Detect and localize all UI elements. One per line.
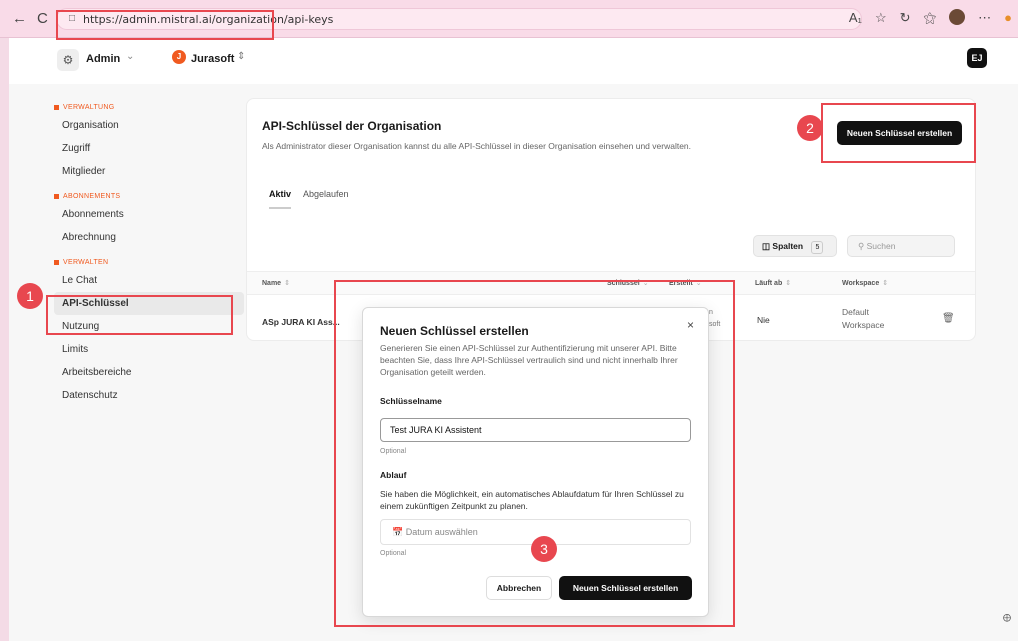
workspace-cell: Workspace: [842, 320, 885, 330]
search-input[interactable]: ⚲ Suchen: [847, 235, 955, 257]
copilot-icon[interactable]: ●: [1004, 10, 1012, 26]
sidebar-item-arbeitsbereiche[interactable]: Arbeitsbereiche: [54, 361, 244, 384]
workspace-selector-label[interactable]: Admin: [86, 53, 120, 65]
annotation-box-dialog: [334, 280, 735, 627]
workspace-cell: Default: [842, 307, 869, 317]
columns-count-badge: 5: [811, 241, 824, 254]
reload-icon[interactable]: C: [37, 10, 48, 27]
annotation-box-sidebar: [46, 295, 233, 335]
sidebar-section-heading: VERWALTUNG: [54, 100, 244, 114]
tab-aktiv[interactable]: Aktiv: [269, 189, 292, 209]
annotation-box-url: [56, 10, 274, 40]
sidebar-item-organisation[interactable]: Organisation: [54, 114, 244, 137]
sidebar-item-datenschutz[interactable]: Datenschutz: [54, 384, 244, 407]
chevron-down-icon[interactable]: ⌄: [126, 51, 134, 62]
sort-icon: ⇕: [785, 280, 792, 287]
section-marker-icon: [54, 259, 59, 265]
step-marker-3: 3: [531, 536, 557, 562]
sidebar-item-mitglieder[interactable]: Mitglieder: [54, 160, 244, 183]
app-header: ⚙ Admin ⌄ J Jurasoft ⇕ EJ: [9, 38, 1018, 84]
expires-cell: Nie: [757, 315, 770, 325]
tab-bar: Aktiv Abgelaufen: [269, 189, 349, 209]
settings-gear-icon[interactable]: ⚙: [57, 49, 79, 71]
sidebar-section-heading: ABONNEMENTS: [54, 189, 244, 203]
profile-avatar[interactable]: [949, 9, 966, 25]
column-header-workspace[interactable]: Workspace ⇕: [842, 279, 888, 287]
column-header-expires[interactable]: Läuft ab ⇕: [755, 279, 791, 287]
sidebar-item-limits[interactable]: Limits: [54, 338, 244, 361]
column-header-name[interactable]: Name ⇕: [262, 279, 290, 287]
section-marker-icon: [54, 193, 59, 199]
favorite-star-icon[interactable]: ☆: [875, 10, 887, 26]
sort-icon: ⇕: [284, 280, 290, 287]
sort-icon: ⇕: [882, 280, 889, 287]
browser-actions: A₁ ☆ ↻ ⚝ ⋯ ●: [849, 9, 1018, 26]
columns-icon: ◫: [762, 241, 771, 251]
page-title: API-Schlüssel der Organisation: [262, 119, 442, 133]
sidebar-item-zugriff[interactable]: Zugriff: [54, 137, 244, 160]
page: ← C □ https://admin.mistral.ai/organizat…: [0, 0, 1018, 641]
tab-abgelaufen[interactable]: Abgelaufen: [303, 189, 349, 209]
step-marker-1: 1: [17, 283, 43, 309]
key-name-cell: ASp JURA KI Ass...: [262, 317, 340, 327]
annotation-box-create-button: [821, 103, 976, 163]
search-icon: ⚲: [858, 241, 865, 251]
read-aloud-icon[interactable]: A₁: [849, 10, 862, 26]
org-avatar: J: [172, 50, 186, 64]
sidebar-item-le-chat[interactable]: Le Chat: [54, 269, 244, 292]
window-edge: [0, 38, 9, 641]
user-avatar[interactable]: EJ: [967, 48, 987, 68]
sidebar-item-abonnements[interactable]: Abonnements: [54, 203, 244, 226]
columns-button[interactable]: ◫ Spalten 5: [753, 235, 837, 257]
chevron-updown-icon[interactable]: ⇕: [237, 51, 245, 62]
more-icon[interactable]: ⋯: [978, 10, 991, 26]
sidebar: VERWALTUNG Organisation Zugriff Mitglied…: [54, 98, 244, 407]
step-marker-2: 2: [797, 115, 823, 141]
trash-icon[interactable]: 🗑: [942, 313, 955, 324]
help-icon[interactable]: ⨁: [1003, 613, 1011, 622]
sidebar-section-heading: VERWALTEN: [54, 255, 244, 269]
org-selector-label[interactable]: Jurasoft: [191, 53, 234, 65]
page-description: Als Administrator dieser Organisation ka…: [262, 141, 692, 151]
favorites-icon[interactable]: ⚝: [924, 10, 937, 26]
section-marker-icon: [54, 104, 59, 110]
extension-icon[interactable]: ↻: [900, 10, 911, 26]
sidebar-item-abrechnung[interactable]: Abrechnung: [54, 226, 244, 249]
back-arrow-icon[interactable]: ←: [12, 10, 27, 27]
